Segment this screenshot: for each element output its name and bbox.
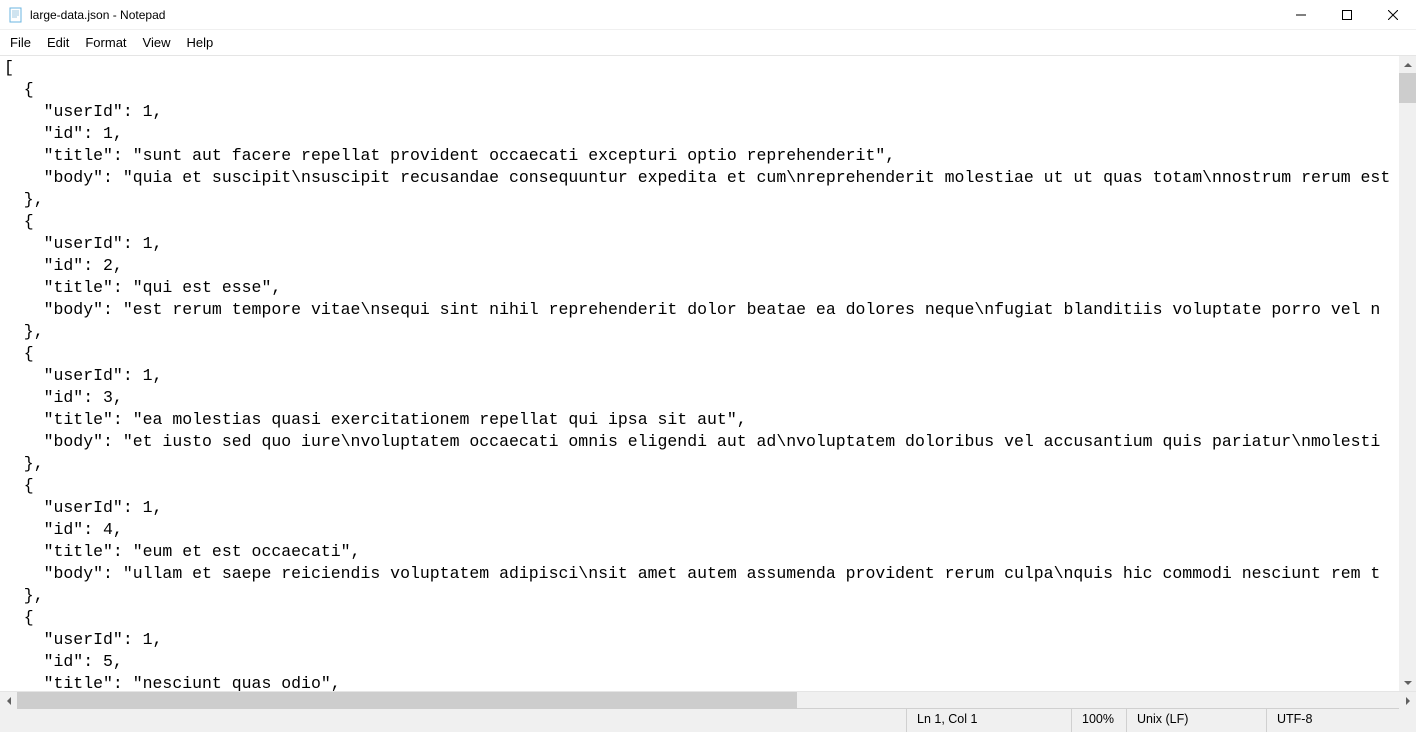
status-cursor-position: Ln 1, Col 1 bbox=[906, 709, 1071, 732]
status-spacer bbox=[0, 709, 906, 732]
close-button[interactable] bbox=[1370, 0, 1416, 30]
menu-view[interactable]: View bbox=[135, 32, 179, 53]
window-controls bbox=[1278, 0, 1416, 30]
status-bar: Ln 1, Col 1 100% Unix (LF) UTF-8 bbox=[0, 708, 1416, 732]
menu-edit[interactable]: Edit bbox=[39, 32, 77, 53]
maximize-button[interactable] bbox=[1324, 0, 1370, 30]
title-bar: large-data.json - Notepad bbox=[0, 0, 1416, 30]
vertical-scrollbar[interactable] bbox=[1399, 56, 1416, 691]
content-area: [ { "userId": 1, "id": 1, "title": "sunt… bbox=[0, 56, 1416, 691]
horizontal-scrollbar[interactable] bbox=[0, 691, 1416, 708]
minimize-button[interactable] bbox=[1278, 0, 1324, 30]
status-line-ending: Unix (LF) bbox=[1126, 709, 1266, 732]
scroll-down-button[interactable] bbox=[1399, 674, 1416, 691]
status-zoom: 100% bbox=[1071, 709, 1126, 732]
scroll-up-button[interactable] bbox=[1399, 56, 1416, 73]
menu-file[interactable]: File bbox=[2, 32, 39, 53]
window-title: large-data.json - Notepad bbox=[30, 8, 165, 22]
menu-help[interactable]: Help bbox=[178, 32, 221, 53]
vertical-scroll-thumb[interactable] bbox=[1399, 73, 1416, 103]
scroll-left-button[interactable] bbox=[0, 692, 17, 709]
text-editor[interactable]: [ { "userId": 1, "id": 1, "title": "sunt… bbox=[0, 56, 1416, 691]
status-encoding: UTF-8 bbox=[1266, 709, 1416, 732]
horizontal-scroll-thumb[interactable] bbox=[17, 692, 797, 709]
menu-format[interactable]: Format bbox=[77, 32, 134, 53]
notepad-icon bbox=[8, 7, 24, 23]
scroll-right-button[interactable] bbox=[1399, 692, 1416, 709]
menu-bar: File Edit Format View Help bbox=[0, 30, 1416, 56]
